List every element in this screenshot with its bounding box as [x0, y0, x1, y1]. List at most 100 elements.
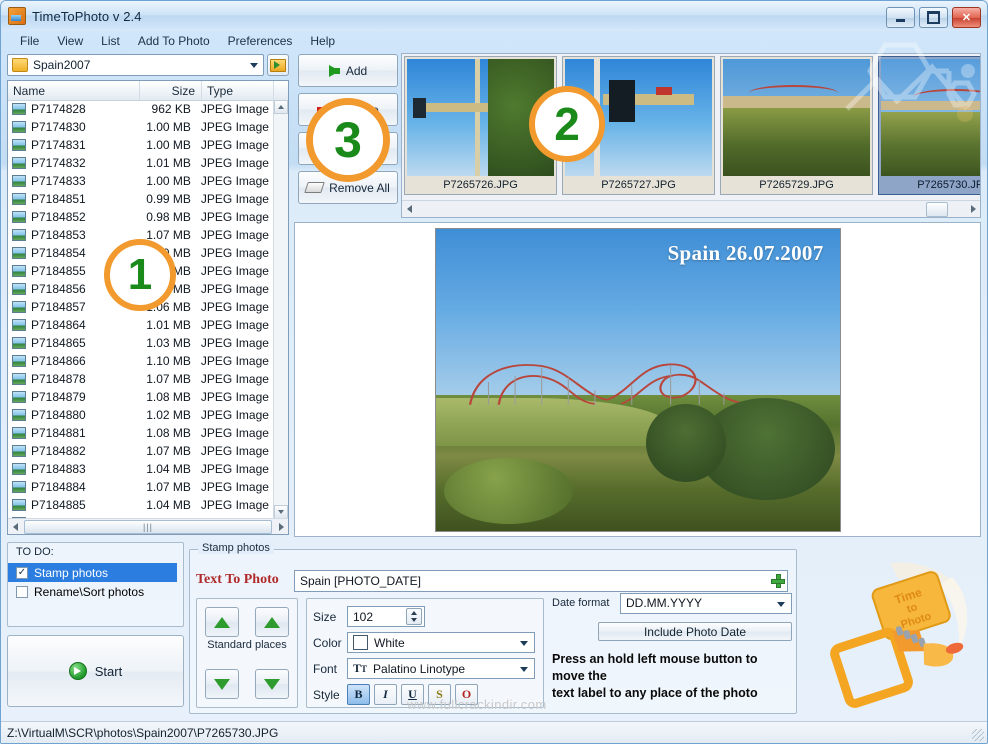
- folder-combobox[interactable]: Spain2007: [7, 54, 264, 76]
- window-controls: ✕: [886, 7, 981, 28]
- file-list-vscrollbar[interactable]: [273, 100, 288, 519]
- file-size: 1.07 MB: [146, 444, 191, 458]
- folder-bar: Spain2007: [7, 54, 289, 76]
- table-row[interactable]: P7174831 1.00 MB JPEG Image: [8, 136, 274, 154]
- jpeg-file-icon: [12, 175, 26, 187]
- menu-item-preferences[interactable]: Preferences: [219, 32, 302, 50]
- font-combobox[interactable]: TT Palatino Linotype: [347, 658, 535, 679]
- start-button[interactable]: Start: [7, 635, 184, 707]
- thumbnail-strip[interactable]: P7265726.JPG P7265727.JPG P7265729.JPG P726…: [401, 53, 981, 218]
- jpeg-file-icon: [12, 157, 26, 169]
- minimize-button[interactable]: [886, 7, 915, 28]
- menu-item-view[interactable]: View: [48, 32, 92, 50]
- table-row[interactable]: P7184878 1.07 MB JPEG Image: [8, 370, 274, 388]
- checkbox-checked-icon[interactable]: ✓: [16, 566, 28, 579]
- thumbnail-item[interactable]: P7265729.JPG: [720, 56, 873, 195]
- add-macro-button[interactable]: [768, 570, 788, 592]
- table-row[interactable]: P7184879 1.08 MB JPEG Image: [8, 388, 274, 406]
- color-combobox[interactable]: White: [347, 632, 535, 653]
- maximize-button[interactable]: [919, 7, 948, 28]
- todo-item-rename-sort[interactable]: Rename\Sort photos: [8, 582, 183, 601]
- place-bottom-left-button[interactable]: [205, 669, 239, 699]
- photo-date-stamp[interactable]: Spain 26.07.2007: [668, 241, 824, 266]
- include-photo-date-button[interactable]: Include Photo Date: [598, 622, 792, 641]
- scroll-up-button[interactable]: [274, 100, 288, 114]
- size-row: Size 102: [313, 605, 535, 628]
- column-header-type[interactable]: Type: [202, 81, 274, 100]
- arrow-right-icon: [278, 522, 284, 531]
- hscroll-thumb[interactable]: |||: [24, 519, 272, 534]
- file-size: 1.01 MB: [146, 156, 191, 170]
- font-glyph-icon: TT: [353, 661, 368, 675]
- table-row[interactable]: P7184880 1.02 MB JPEG Image: [8, 406, 274, 424]
- scroll-down-button[interactable]: [274, 505, 288, 519]
- thumbnail-hscrollbar[interactable]: [402, 200, 980, 217]
- thumbnail-caption: P7265730.JPG: [917, 179, 980, 191]
- arrow-down-icon: [278, 510, 284, 514]
- file-name: P7174832: [31, 156, 86, 170]
- menu-item-file[interactable]: File: [11, 32, 48, 50]
- table-row[interactable]: P7184882 1.07 MB JPEG Image: [8, 442, 274, 460]
- todo-item-rename-sort-label: Rename\Sort photos: [34, 584, 145, 599]
- stamp-text-input[interactable]: Spain [PHOTO_DATE]: [294, 570, 788, 592]
- jpeg-file-icon: [12, 193, 26, 205]
- style-bold-button[interactable]: B: [347, 684, 370, 705]
- thumbnail-item[interactable]: P7265730.JPG: [878, 56, 980, 195]
- table-row[interactable]: P7184864 1.01 MB JPEG Image: [8, 316, 274, 334]
- menu-item-add-to-photo[interactable]: Add To Photo: [129, 32, 219, 50]
- file-type: JPEG Image: [200, 444, 269, 458]
- file-size: 1.10 MB: [146, 354, 191, 368]
- table-row[interactable]: P7184883 1.04 MB JPEG Image: [8, 460, 274, 478]
- file-name: P7184865: [31, 336, 86, 350]
- place-top-right-button[interactable]: [255, 607, 289, 637]
- file-type: JPEG Image: [200, 426, 269, 440]
- place-bottom-right-button[interactable]: [255, 669, 289, 699]
- table-row[interactable]: P7184881 1.08 MB JPEG Image: [8, 424, 274, 442]
- table-row[interactable]: P7174833 1.00 MB JPEG Image: [8, 172, 274, 190]
- column-header-name[interactable]: Name: [8, 81, 140, 100]
- jpeg-file-icon: [12, 211, 26, 223]
- table-row[interactable]: P7184885 1.04 MB JPEG Image: [8, 496, 274, 514]
- column-header-size[interactable]: Size: [140, 81, 202, 100]
- close-button[interactable]: ✕: [952, 7, 981, 28]
- checkbox-unchecked-icon[interactable]: [16, 585, 28, 598]
- size-stepper[interactable]: [406, 608, 422, 625]
- file-type: JPEG Image: [200, 228, 269, 242]
- style-italic-button[interactable]: I: [374, 684, 397, 705]
- table-row[interactable]: P7184851 0.99 MB JPEG Image: [8, 190, 274, 208]
- window-frame: TimeToPhoto v 2.4 ✕ File View List Add T…: [0, 0, 988, 744]
- file-list-header: Name Size Type: [8, 81, 288, 101]
- table-row[interactable]: P7184852 0.98 MB JPEG Image: [8, 208, 274, 226]
- photo-canvas[interactable]: Spain 26.07.2007: [434, 227, 841, 532]
- file-name: P7174833: [31, 174, 86, 188]
- thumb-scroll-left-button[interactable]: [402, 202, 416, 216]
- scroll-left-button[interactable]: [8, 520, 22, 534]
- arrow-down-icon: [264, 678, 280, 690]
- menu-item-list[interactable]: List: [92, 32, 129, 50]
- thumb-scroll-right-button[interactable]: [966, 202, 980, 216]
- jpeg-file-icon: [12, 283, 26, 295]
- table-row[interactable]: P7174832 1.01 MB JPEG Image: [8, 154, 274, 172]
- place-top-left-button[interactable]: [205, 607, 239, 637]
- file-size: 1.03 MB: [146, 336, 191, 350]
- scroll-right-button[interactable]: [274, 520, 288, 534]
- table-row[interactable]: P7184884 1.07 MB JPEG Image: [8, 478, 274, 496]
- thumbnail-caption: P7265727.JPG: [601, 179, 676, 191]
- timetophoto-stamp-logo: Time to Photo: [830, 562, 968, 708]
- table-row[interactable]: P7174830 1.00 MB JPEG Image: [8, 118, 274, 136]
- menu-item-help[interactable]: Help: [301, 32, 344, 50]
- size-input[interactable]: 102: [347, 606, 425, 627]
- resize-grip[interactable]: [972, 729, 984, 741]
- table-row[interactable]: P7184866 1.10 MB JPEG Image: [8, 352, 274, 370]
- table-row[interactable]: P7184865 1.03 MB JPEG Image: [8, 334, 274, 352]
- jpeg-file-icon: [12, 427, 26, 439]
- browse-folder-button[interactable]: [267, 54, 289, 76]
- thumb-scroll-thumb[interactable]: [926, 201, 948, 217]
- photo-preview-panel[interactable]: Spain 26.07.2007: [294, 222, 981, 537]
- add-arrow-icon: [328, 64, 340, 77]
- add-button[interactable]: Add: [298, 54, 398, 87]
- date-format-combobox[interactable]: DD.MM.YYYY: [620, 592, 792, 614]
- todo-item-stamp-photos[interactable]: ✓ Stamp photos: [8, 563, 177, 582]
- file-list-hscrollbar[interactable]: |||: [8, 518, 288, 534]
- table-row[interactable]: P7174828 962 KB JPEG Image: [8, 100, 274, 118]
